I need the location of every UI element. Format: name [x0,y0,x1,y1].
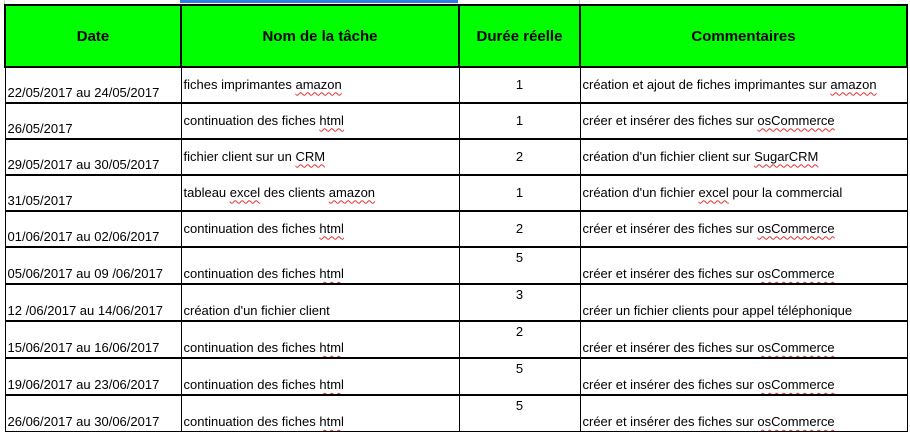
cell-text: fichier client sur un [183,148,296,164]
date-cell[interactable]: 31/05/2017 [4,174,182,212]
comment-cell[interactable]: créer et insérer des fiches sur osCommer… [579,357,908,396]
task-name-cell[interactable]: tableau excel des clients amazon [180,174,460,212]
duration-cell[interactable]: 2 [458,210,581,248]
table-row: 15/06/2017 au 16/06/2017 continuation des… [4,320,908,359]
cell-text: créer et insérer des fiches sur [582,266,758,281]
task-name-cell[interactable]: continuation des fiches html [180,210,460,248]
table-row: 05/06/2017 au 09 /06/2017 continuation de… [4,246,908,285]
table-row: 26/06/2017 au 30/06/2017 continuation des… [4,394,908,432]
task-name-cell[interactable]: continuation des fiches html [180,320,460,359]
table-row: 01/06/2017 au 02/06/2017 continuation des… [4,210,908,248]
spreadsheet-view: Date Nom de la tâche Durée réelle Commen… [0,0,910,432]
spellcheck-flagged-word: osCommerce [757,220,835,236]
spellcheck-flagged-word: osCommerce [757,112,835,128]
task-name-cell[interactable]: fiches imprimantes amazon [180,66,460,104]
table-row: 26/05/2017 continuation des fiches html 1 c… [4,102,908,140]
spellcheck-flagged-word: osCommerce [757,377,835,392]
spellcheck-flagged-word: html [319,220,344,236]
cell-text: créer un fichier clients pour appel télé… [582,303,853,318]
spellcheck-flagged-word: html [319,377,344,392]
comment-cell[interactable]: création d'un fichier excel pour la comm… [579,174,908,212]
cell-text: création d'un fichier client sur [582,148,755,164]
duration-cell[interactable]: 1 [458,174,581,212]
spellcheck-flagged-word: amazon [328,184,376,200]
spellcheck-flagged-word: amazon [830,76,877,92]
duration-cell[interactable]: 5 [458,357,581,396]
duration-cell[interactable]: 1 [458,102,581,140]
task-name-cell[interactable]: continuation des fiches html [180,102,460,140]
header-comments[interactable]: Commentaires [579,4,908,68]
comment-cell[interactable]: création d'un fichier client sur SugarCR… [579,138,908,176]
cell-text: pour la commercial [728,184,843,200]
duration-cell[interactable]: 5 [458,394,581,432]
header-row: Date Nom de la tâche Durée réelle Commen… [4,4,908,68]
duration-cell[interactable]: 3 [458,283,581,322]
duration-cell[interactable]: 2 [458,320,581,359]
duration-cell[interactable]: 2 [458,138,581,176]
cell-text: création d'un fichier [582,184,699,200]
cell-text: continuation des fiches [183,266,320,281]
date-cell[interactable]: 01/06/2017 au 02/06/2017 [4,210,182,248]
column-selection-highlight [180,0,458,3]
date-cell[interactable]: 15/06/2017 au 16/06/2017 [4,320,182,359]
spellcheck-flagged-word: amazon [295,76,342,92]
date-cell[interactable]: 12 /06/2017 au 14/06/2017 [4,283,182,322]
spellcheck-flagged-word: excel [229,184,261,200]
cell-text: fiches imprimantes [183,76,296,92]
task-name-cell[interactable]: continuation des fiches html [180,357,460,396]
header-actual-duration[interactable]: Durée réelle [458,4,581,68]
comment-cell[interactable]: créer et insérer des fiches sur osCommer… [579,246,908,285]
cell-text: créer et insérer des fiches sur [582,112,758,128]
spellcheck-flagged-word: html [319,112,344,128]
spellcheck-flagged-word: CRM [295,148,326,164]
cell-text: continuation des fiches [183,340,320,355]
spellcheck-flagged-word: SugarCRM [754,148,819,164]
cell-text: création d'un fichier client [183,303,330,318]
table-row: 19/06/2017 au 23/06/2017 continuation des… [4,357,908,396]
date-cell[interactable]: 22/05/2017 au 24/05/2017 [4,66,182,104]
cell-text: continuation des fiches [183,220,320,236]
date-cell[interactable]: 05/06/2017 au 09 /06/2017 [4,246,182,285]
date-cell[interactable]: 26/05/2017 [4,102,182,140]
task-name-cell[interactable]: fichier client sur un CRM [180,138,460,176]
table-row: 12 /06/2017 au 14/06/2017 création d'un f… [4,283,908,322]
task-name-cell[interactable]: création d'un fichier client [180,283,460,322]
table-row: 29/05/2017 au 30/05/2017 fichier client s… [4,138,908,176]
cell-text: continuation des fiches [183,112,320,128]
comment-cell[interactable]: créer et insérer des fiches sur osCommer… [579,394,908,432]
comment-cell[interactable]: créer et insérer des fiches sur osCommer… [579,320,908,359]
spellcheck-flagged-word: osCommerce [757,266,835,281]
duration-cell[interactable]: 5 [458,246,581,285]
comment-cell[interactable]: création et ajout de fiches imprimantes … [579,66,908,104]
cell-text: créer et insérer des fiches sur [582,377,758,392]
task-name-cell[interactable]: continuation des fiches html [180,394,460,432]
header-task-name[interactable]: Nom de la tâche [180,4,460,68]
cell-text: créer et insérer des fiches sur [582,340,758,355]
comment-cell[interactable]: créer et insérer des fiches sur osCommer… [579,102,908,140]
date-cell[interactable]: 26/06/2017 au 30/06/2017 [4,394,182,432]
cell-text: création et ajout de fiches imprimantes … [582,76,831,92]
spellcheck-flagged-word: html [319,266,344,281]
duration-cell[interactable]: 1 [458,66,581,104]
task-table: Date Nom de la tâche Durée réelle Commen… [4,4,908,432]
cell-text: tableau [183,184,230,200]
cell-text: continuation des fiches [183,377,320,392]
spellcheck-flagged-word: excel [698,184,729,200]
table-row: 22/05/2017 au 24/05/2017 fiches imprimant… [4,66,908,104]
comment-cell[interactable]: créer et insérer des fiches sur osCommer… [579,210,908,248]
cell-text: créer et insérer des fiches sur [582,220,758,236]
task-name-cell[interactable]: continuation des fiches html [180,246,460,285]
table-row: 31/05/2017 tableau excel des clients amaz… [4,174,908,212]
date-cell[interactable]: 19/06/2017 au 23/06/2017 [4,357,182,396]
date-cell[interactable]: 29/05/2017 au 30/05/2017 [4,138,182,176]
spellcheck-flagged-word: html [319,340,344,355]
spellcheck-flagged-word: osCommerce [757,340,835,355]
header-date[interactable]: Date [4,4,182,68]
comment-cell[interactable]: créer un fichier clients pour appel télé… [579,283,908,322]
cell-text: des clients [260,184,329,200]
